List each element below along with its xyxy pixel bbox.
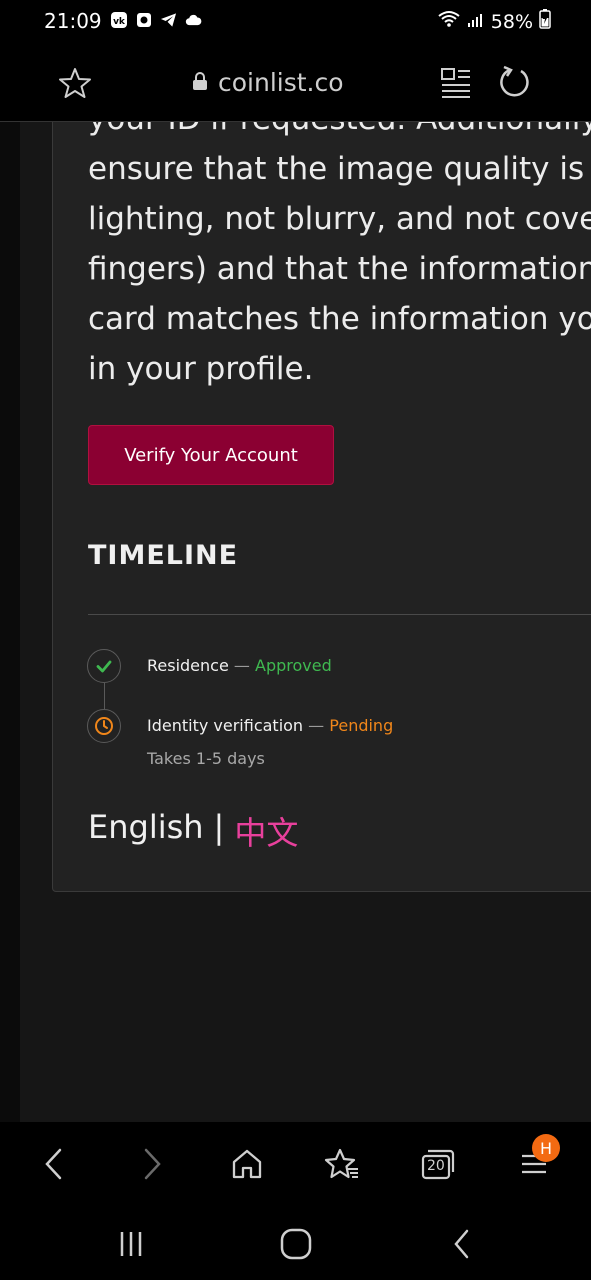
cloud-icon	[185, 11, 202, 28]
timeline-connector	[104, 683, 105, 709]
svg-text:vk: vk	[113, 17, 126, 27]
timeline-label: Residence	[147, 656, 229, 675]
status-bar: 21:09 vk 58%	[0, 0, 591, 42]
reader-mode-icon[interactable]	[440, 66, 472, 105]
timeline-separator: —	[233, 656, 250, 675]
browser-toolbar: 20	[0, 1122, 591, 1202]
paragraph-line: card matches the information yo	[88, 301, 591, 337]
system-navigation-bar	[0, 1202, 591, 1280]
check-icon	[87, 649, 121, 683]
status-approved: Approved	[255, 656, 332, 675]
reload-icon[interactable]	[498, 64, 532, 105]
notification-icons: vk	[110, 11, 202, 28]
language-separator: |	[213, 808, 225, 846]
battery-percent: 58%	[490, 10, 533, 33]
menu-notification-badge: H	[532, 1134, 560, 1162]
paragraph-line: lighting, not blurry, and not cover	[88, 201, 591, 237]
home-button-icon[interactable]	[276, 1224, 316, 1264]
language-chinese-link[interactable]: 中文	[234, 808, 298, 854]
page-left-margin	[0, 122, 20, 1122]
lock-icon	[192, 68, 208, 97]
browser-url-bar: coinlist.co	[0, 42, 591, 122]
paragraph-line: fingers) and that the information	[88, 251, 591, 287]
battery-icon	[539, 9, 551, 34]
camera-icon	[135, 11, 152, 28]
timeline-note: Takes 1-5 days	[147, 749, 265, 768]
timeline-heading: TIMELINE	[88, 540, 239, 571]
timeline-item-identity: Identity verification — Pending	[147, 716, 393, 735]
vk-icon: vk	[110, 11, 127, 28]
forward-arrow-icon[interactable]	[132, 1144, 172, 1184]
wifi-icon	[437, 10, 461, 33]
url-text: coinlist.co	[218, 68, 344, 97]
timeline-separator: —	[308, 716, 325, 735]
language-english-link[interactable]: English	[88, 808, 204, 854]
system-status: 58%	[437, 9, 551, 34]
status-time: 21:09	[44, 9, 102, 33]
paragraph-line: your ID if requested. Additionally,	[88, 122, 591, 144]
back-arrow-icon[interactable]	[34, 1144, 74, 1184]
language-switcher: English | 中文	[88, 808, 298, 854]
clock-icon	[87, 709, 121, 743]
signal-icon	[467, 11, 485, 33]
timeline-label: Identity verification	[147, 716, 304, 735]
recent-apps-icon[interactable]	[111, 1224, 151, 1264]
timeline-divider	[88, 614, 591, 615]
bookmarks-icon[interactable]	[322, 1144, 362, 1184]
web-page: your ID if requested. Additionally, ensu…	[0, 122, 591, 1122]
verify-account-button[interactable]: Verify Your Account	[88, 425, 334, 485]
paragraph-line: in your profile.	[88, 351, 314, 387]
telegram-icon	[160, 11, 177, 28]
status-pending: Pending	[329, 716, 394, 735]
paragraph-line: ensure that the image quality is g	[88, 151, 591, 187]
tabs-count: 20	[427, 1158, 445, 1174]
system-back-icon[interactable]	[442, 1224, 482, 1264]
tabs-icon[interactable]: 20	[418, 1144, 458, 1184]
timeline-item-residence: Residence — Approved	[147, 656, 332, 675]
home-icon[interactable]	[227, 1144, 267, 1184]
bookmark-star-icon[interactable]	[58, 66, 92, 105]
address-field[interactable]: coinlist.co	[192, 68, 344, 97]
instructions-paragraph: your ID if requested. Additionally, ensu…	[88, 122, 591, 394]
